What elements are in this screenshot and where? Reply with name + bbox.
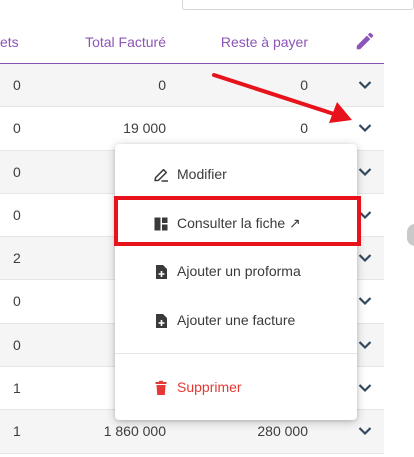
side-scroll-handle[interactable] [407, 224, 414, 246]
row-actions-menu: Modifier Consulter la fiche ↗ Ajouter un… [115, 144, 357, 420]
header-col-total[interactable]: Total Facturé [85, 34, 166, 50]
cell-count: 1 [13, 423, 21, 440]
cell-reste: 0 [300, 77, 308, 93]
trash-icon [155, 380, 167, 395]
menu-item-ajouter-proforma[interactable]: Ajouter un proforma [115, 252, 357, 292]
cell-count: 0 [13, 163, 21, 180]
header-col-ets[interactable]: ets [0, 34, 19, 50]
cell-count: 0 [13, 206, 21, 223]
chevron-down-icon[interactable] [358, 80, 372, 90]
menu-item-label: Supprimer [177, 379, 242, 395]
file-plus-icon [156, 314, 167, 328]
menu-item-supprimer[interactable]: Supprimer [115, 368, 357, 408]
search-box-edge[interactable] [182, 0, 414, 10]
menu-item-label: Modifier [177, 166, 227, 182]
menu-item-label: Ajouter un proforma [177, 263, 301, 279]
table-header: ets Total Facturé Reste à payer [0, 22, 384, 64]
header-col-reste[interactable]: Reste à payer [221, 34, 308, 50]
cell-total: 0 [158, 77, 166, 93]
menu-item-label: Ajouter une facture [177, 312, 296, 328]
cell-total: 1 860 000 [103, 423, 166, 440]
cell-count: 0 [13, 77, 21, 93]
annotation-highlight-box [114, 196, 361, 246]
invoice-table-screen: ets Total Facturé Reste à payer 0 0 0 0 … [0, 0, 414, 457]
cell-reste: 0 [300, 120, 308, 137]
cell-reste: 280 000 [257, 423, 308, 440]
cell-count: 0 [13, 120, 21, 137]
file-plus-icon [156, 265, 167, 279]
menu-item-modifier[interactable]: Modifier [115, 155, 357, 195]
cell-total: 19 000 [123, 120, 166, 137]
chevron-down-icon[interactable] [358, 383, 372, 393]
cell-count: 0 [13, 336, 21, 353]
cell-count: 2 [13, 250, 21, 267]
chevron-down-icon[interactable] [358, 296, 372, 306]
menu-item-ajouter-facture[interactable]: Ajouter une facture [115, 301, 357, 341]
cell-count: 0 [13, 293, 21, 310]
chevron-down-icon[interactable] [358, 340, 372, 350]
chevron-down-icon[interactable] [358, 253, 372, 263]
pencil-line-icon [154, 168, 168, 182]
chevron-down-icon[interactable] [358, 426, 372, 436]
cell-count: 1 [13, 380, 21, 397]
chevron-down-icon[interactable] [358, 123, 372, 133]
pencil-icon[interactable] [354, 30, 376, 52]
chevron-down-icon[interactable] [358, 167, 372, 177]
menu-divider [115, 353, 357, 354]
table-row[interactable]: 0 0 0 [0, 64, 384, 108]
top-strip [0, 0, 414, 12]
